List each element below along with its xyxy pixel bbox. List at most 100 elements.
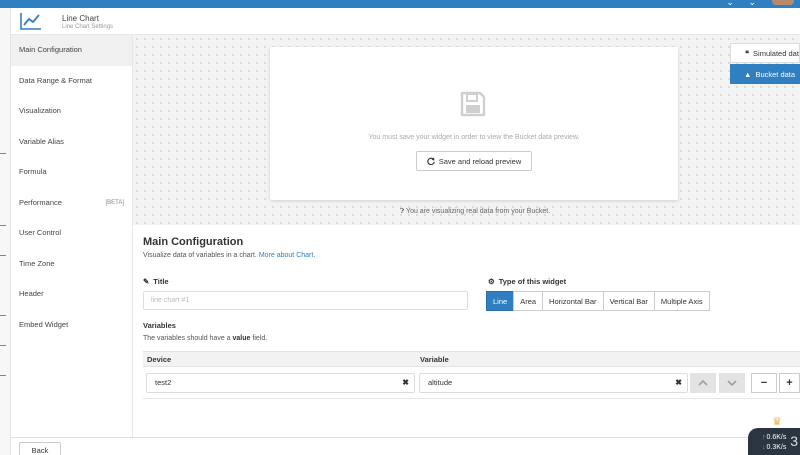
title-input[interactable]: line chart #1 bbox=[143, 291, 468, 310]
move-down-button[interactable] bbox=[719, 373, 745, 393]
sidebar-item-main-configuration[interactable]: Main Configuration bbox=[11, 35, 132, 66]
floppy-disk-icon bbox=[460, 91, 486, 117]
sidebar-item-time-zone[interactable]: Time Zone bbox=[11, 249, 132, 280]
left-strip-marker bbox=[0, 345, 6, 346]
sidebar-item-label: Time Zone bbox=[19, 258, 55, 268]
remove-variable-button[interactable]: − bbox=[751, 373, 777, 393]
chevron-down-icon bbox=[727, 380, 737, 386]
hint-text: The variables should have a bbox=[143, 335, 231, 342]
sidebar-item-label: Formula bbox=[19, 167, 47, 176]
variables-table-header: Device Variable bbox=[143, 351, 800, 367]
sidebar-item-variable-alias[interactable]: Variable Alias bbox=[11, 127, 132, 158]
sidebar-item-label: Data Range & Format bbox=[19, 75, 92, 85]
line-chart-icon bbox=[20, 13, 41, 30]
arrow-down-icon: ↓ bbox=[762, 444, 766, 451]
type-line-button[interactable]: Line bbox=[486, 291, 515, 311]
avatar[interactable] bbox=[772, 0, 794, 5]
gear-icon: ⚙ bbox=[488, 277, 495, 286]
move-up-button[interactable] bbox=[690, 373, 716, 393]
section-description: Visualize data of variables in a chart. … bbox=[143, 252, 315, 259]
widget-header: Line Chart Line Chart Settings bbox=[11, 8, 800, 35]
sidebar-item-label: Embed Widget bbox=[19, 319, 69, 329]
variable-value: altitude bbox=[428, 378, 453, 387]
quote-icon: ❝ bbox=[745, 48, 750, 58]
type-area-button[interactable]: Area bbox=[513, 291, 544, 311]
section-title: Main Configuration bbox=[143, 236, 244, 248]
preview-area: You must save your widget in order to vi… bbox=[133, 35, 800, 225]
download-value: 0.3K/s bbox=[766, 444, 787, 451]
more-about-chart-link[interactable]: More about Chart. bbox=[259, 252, 315, 259]
type-horizontal-bar-button[interactable]: Horizontal Bar bbox=[542, 291, 604, 311]
add-variable-button[interactable]: + bbox=[779, 373, 800, 393]
description-text: Visualize data of variables in a chart. bbox=[143, 252, 257, 259]
arrow-up-icon: ↑ bbox=[762, 434, 766, 441]
left-strip-marker bbox=[0, 153, 6, 154]
type-vertical-bar-button[interactable]: Vertical Bar bbox=[602, 291, 655, 311]
variables-hint: The variables should have a value field. bbox=[143, 335, 267, 342]
tab-bucket-label: Bucket data bbox=[755, 69, 796, 79]
save-reload-button[interactable]: Save and reload preview bbox=[416, 151, 532, 171]
title-label: ✎ Title bbox=[143, 277, 169, 286]
top-bar-icons[interactable]: ⌄ ⌄ bbox=[726, 0, 762, 8]
sidebar-item-performance[interactable]: Performance [BETA] bbox=[11, 188, 132, 219]
variables-label: Variables bbox=[143, 321, 176, 330]
left-strip-marker bbox=[0, 315, 6, 316]
variable-column-header: Variable bbox=[420, 355, 449, 364]
real-data-text: You are visualizing real data from your … bbox=[406, 208, 551, 215]
preview-message: You must save your widget in order to vi… bbox=[368, 134, 580, 141]
sidebar-item-user-control[interactable]: User Control bbox=[11, 218, 132, 249]
settings-sidebar: Main Configuration Data Range & Format V… bbox=[11, 35, 133, 437]
left-strip-marker bbox=[0, 375, 6, 376]
left-strip-marker bbox=[0, 225, 6, 226]
title-label-text: Title bbox=[153, 277, 169, 286]
pencil-icon: ✎ bbox=[143, 277, 150, 286]
hint-bold: value bbox=[232, 335, 251, 342]
device-value: test2 bbox=[155, 378, 172, 387]
question-circle-icon: ❓︎ bbox=[400, 208, 405, 215]
sidebar-item-visualization[interactable]: Visualization bbox=[11, 96, 132, 127]
sidebar-item-label: User Control bbox=[19, 228, 62, 237]
sidebar-item-embed-widget[interactable]: Embed Widget bbox=[11, 310, 132, 341]
left-strip bbox=[0, 8, 11, 455]
upload-value: 0.6K/s bbox=[766, 434, 787, 441]
data-source-tabs: ❝ Simulated dat ▲ Bucket data bbox=[730, 43, 800, 84]
widget-subtitle: Line Chart Settings bbox=[62, 24, 114, 30]
sidebar-item-data-range-format[interactable]: Data Range & Format bbox=[11, 66, 132, 97]
sidebar-item-label: Header bbox=[19, 289, 44, 298]
main-configuration-panel: Main Configuration Visualize data of var… bbox=[133, 225, 800, 437]
network-count: 3 bbox=[790, 433, 798, 449]
device-column-header: Device bbox=[147, 355, 172, 364]
tab-simulated-data[interactable]: ❝ Simulated dat bbox=[730, 43, 800, 63]
widget-type-selector: Line Area Horizontal Bar Vertical Bar Mu… bbox=[486, 291, 710, 311]
clear-variable-icon[interactable]: ✖ bbox=[675, 374, 682, 392]
type-label-text: Type of this widget bbox=[498, 277, 567, 286]
device-select[interactable]: test2 ✖ bbox=[146, 373, 415, 393]
tab-bucket-data[interactable]: ▲ Bucket data bbox=[730, 64, 800, 84]
crown-icon: ♛ bbox=[772, 416, 782, 428]
type-multiple-axis-button[interactable]: Multiple Axis bbox=[653, 291, 710, 311]
back-button[interactable]: Back bbox=[19, 442, 61, 455]
upload-speed: ↑0.6K/s bbox=[762, 434, 786, 441]
tab-simulated-label: Simulated dat bbox=[753, 48, 799, 58]
sidebar-item-label: Variable Alias bbox=[19, 136, 64, 146]
clear-device-icon[interactable]: ✖ bbox=[402, 374, 409, 392]
top-bar: ⌄ ⌄ bbox=[0, 0, 800, 8]
sidebar-item-formula[interactable]: Formula bbox=[11, 157, 132, 188]
table-row: test2 ✖ altitude ✖ − + bbox=[143, 367, 800, 399]
refresh-icon bbox=[426, 157, 435, 165]
sidebar-item-label: Performance bbox=[19, 197, 62, 207]
left-strip-marker bbox=[0, 255, 6, 256]
preview-card: You must save your widget in order to vi… bbox=[270, 47, 678, 200]
widget-title: Line Chart bbox=[62, 14, 99, 23]
type-label: ⚙ Type of this widget bbox=[488, 277, 566, 286]
sidebar-item-label: Main Configuration bbox=[19, 45, 82, 54]
sidebar-item-label: Visualization bbox=[19, 106, 61, 115]
download-speed: ↓0.3K/s bbox=[762, 444, 786, 451]
network-speed-widget[interactable]: ♛ ↑0.6K/s ↓0.3K/s 3 bbox=[748, 416, 800, 455]
beta-badge: [BETA] bbox=[105, 199, 124, 206]
chevron-up-icon bbox=[698, 380, 708, 386]
variable-select[interactable]: altitude ✖ bbox=[419, 373, 688, 393]
save-reload-label: Save and reload preview bbox=[438, 156, 522, 166]
warning-icon: ▲ bbox=[744, 69, 752, 79]
sidebar-item-header[interactable]: Header bbox=[11, 279, 132, 310]
